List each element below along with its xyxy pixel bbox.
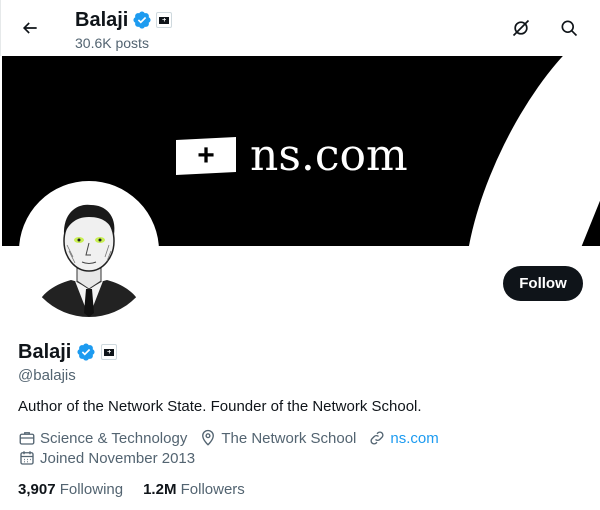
no-audio-button[interactable] — [510, 17, 532, 39]
category-item: Science & Technology — [18, 429, 187, 447]
briefcase-icon — [19, 432, 35, 445]
location-item: The Network School — [199, 429, 356, 447]
profile-name-row: Balaji — [18, 340, 118, 364]
profile-name: Balaji — [18, 341, 72, 363]
following-label: Following — [59, 481, 124, 498]
calendar-icon — [20, 451, 34, 465]
banner-site-text: ns.com — [250, 130, 408, 181]
search-button[interactable] — [558, 17, 580, 39]
back-arrow-icon — [22, 22, 37, 34]
profile-bio: Author of the Network State. Founder of … — [18, 398, 422, 415]
verified-badge-icon — [133, 11, 151, 29]
profile-handle: @balajis — [18, 367, 76, 384]
location-pin-icon — [202, 429, 215, 446]
location-text: The Network School — [221, 429, 357, 447]
follow-button[interactable]: Follow — [503, 266, 583, 301]
ns-flag-icon: + — [176, 137, 236, 175]
posts-count: 30.6K posts — [75, 35, 149, 51]
joined-row: Joined November 2013 — [18, 449, 207, 467]
top-nav-bar: Balaji 30.6K posts — [0, 0, 600, 56]
website-link[interactable]: ns.com — [390, 430, 438, 447]
joined-text: Joined November 2013 — [40, 449, 196, 467]
affiliate-badge-icon[interactable] — [156, 12, 173, 28]
following-link[interactable]: 3,907 Following — [18, 481, 123, 498]
verified-badge-icon[interactable] — [76, 342, 96, 362]
followers-label: Followers — [180, 481, 245, 498]
header-title: Balaji 30.6K posts — [75, 8, 173, 52]
profile-avatar[interactable] — [19, 181, 159, 321]
follow-stats: 3,907 Following 1.2M Followers — [18, 481, 245, 498]
back-button[interactable] — [17, 15, 43, 41]
banner-logo: + ns.com — [176, 134, 408, 178]
category-text: Science & Technology — [40, 429, 188, 447]
joined-item: Joined November 2013 — [18, 449, 195, 467]
affiliate-badge-icon[interactable] — [101, 344, 118, 360]
followers-count: 1.2M — [143, 481, 177, 498]
profile-meta-row: Science & Technology The Network School … — [18, 429, 451, 447]
banner-curve — [425, 56, 600, 246]
following-count: 3,907 — [18, 481, 56, 498]
search-icon — [561, 20, 578, 37]
no-audio-icon — [512, 19, 530, 37]
header-name: Balaji — [75, 9, 129, 31]
website-item[interactable]: ns.com — [368, 429, 439, 447]
link-icon — [370, 431, 384, 445]
avatar-illustration — [23, 185, 155, 317]
followers-link[interactable]: 1.2M Followers — [143, 481, 245, 498]
